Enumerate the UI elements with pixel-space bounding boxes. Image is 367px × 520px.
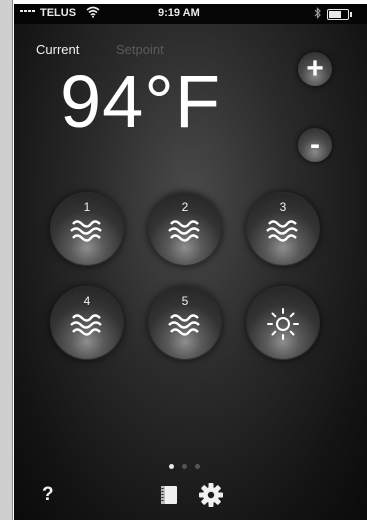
page-indicator[interactable] [169, 464, 200, 469]
status-time: 9:19 AM [158, 7, 200, 19]
settings-gear-icon[interactable] [198, 482, 224, 513]
bluetooth-icon [314, 6, 322, 23]
jet-button-5[interactable]: 5 [148, 286, 222, 360]
page-dot[interactable] [195, 464, 200, 469]
manual-book-icon[interactable] [158, 484, 180, 511]
carrier-name: TELUS [40, 7, 77, 19]
setpoint-mode-tab[interactable]: Setpoint [116, 42, 164, 57]
water-waves-icon [70, 314, 102, 336]
page-dot[interactable] [182, 464, 187, 469]
plus-icon: + [306, 52, 324, 85]
current-mode-tab[interactable]: Current [36, 42, 79, 57]
increase-temp-button[interactable]: + [298, 52, 332, 86]
signal-strength-icon [20, 10, 35, 12]
status-bar: TELUS 9:19 AM [14, 4, 367, 24]
jet-button-3[interactable]: 3 [246, 192, 320, 266]
battery-icon [327, 9, 352, 20]
minus-icon: - [310, 128, 320, 161]
app-frame: TELUS 9:19 AM Current Setpoint 94°F + - … [0, 0, 367, 520]
water-waves-icon [168, 314, 200, 336]
decrease-temp-button[interactable]: - [298, 128, 332, 162]
light-button[interactable] [246, 286, 320, 360]
water-waves-icon [266, 220, 298, 242]
jet-button-4[interactable]: 4 [50, 286, 124, 360]
phone-screen: TELUS 9:19 AM Current Setpoint 94°F + - … [14, 4, 367, 520]
water-waves-icon [168, 220, 200, 242]
jet-button-2[interactable]: 2 [148, 192, 222, 266]
temperature-readout: 94°F [60, 60, 222, 143]
jet-button-1[interactable]: 1 [50, 192, 124, 266]
help-button[interactable]: ? [42, 484, 54, 506]
page-dot-active[interactable] [169, 464, 174, 469]
light-sun-icon [267, 308, 299, 340]
wifi-icon [86, 6, 100, 21]
water-waves-icon [70, 220, 102, 242]
window-edge [0, 0, 13, 520]
